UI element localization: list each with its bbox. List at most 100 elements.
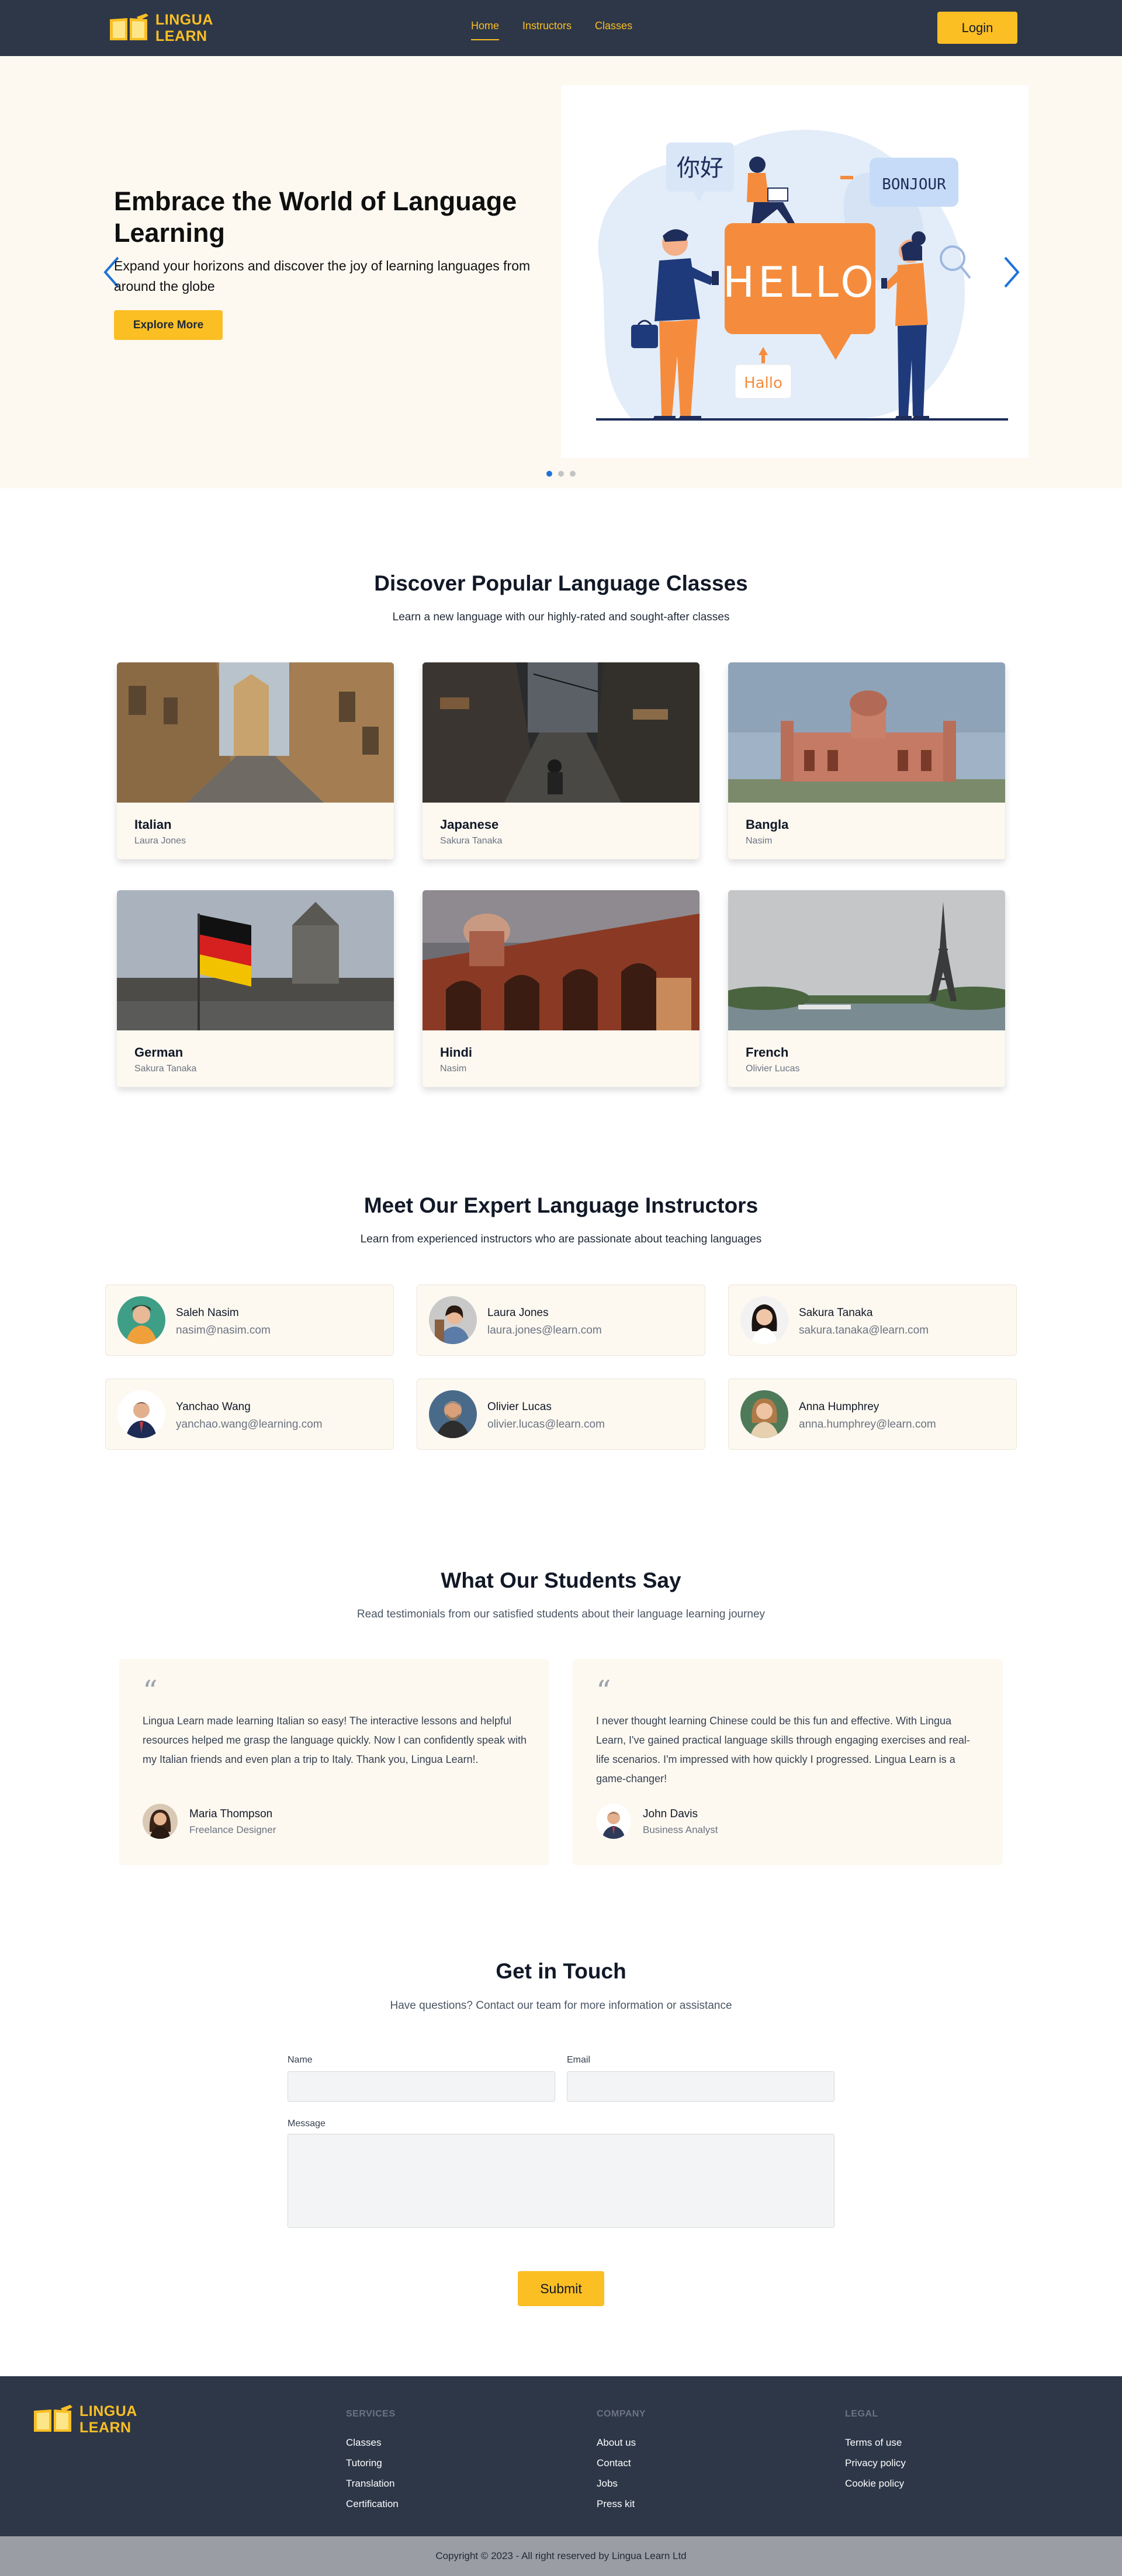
- avatar: [117, 1390, 165, 1438]
- class-name: Japanese: [440, 817, 499, 832]
- message-field[interactable]: [288, 2134, 834, 2228]
- slider-dots: [546, 471, 576, 477]
- footer-link-privacy[interactable]: Privacy policy: [845, 2457, 906, 2469]
- contact-title: Get in Touch: [496, 1959, 626, 1983]
- avatar: [740, 1390, 788, 1438]
- testimonial-card: “ Lingua Learn made learning Italian so …: [119, 1659, 549, 1865]
- instructor-card[interactable]: Anna Humphrey anna.humphrey@learn.com: [728, 1379, 1017, 1450]
- slider-dot-1[interactable]: [546, 471, 552, 477]
- footer-link-jobs[interactable]: Jobs: [597, 2478, 618, 2490]
- footer-link-terms[interactable]: Terms of use: [845, 2437, 902, 2449]
- class-instructor: Olivier Lucas: [746, 1064, 800, 1074]
- quote-icon: “: [596, 1674, 611, 1708]
- footer-link-tutoring[interactable]: Tutoring: [346, 2457, 382, 2469]
- navbar: LINGUA LEARN Home Instructors Classes Lo…: [0, 0, 1122, 56]
- message-label: Message: [288, 2119, 325, 2129]
- chevron-right-icon[interactable]: [999, 255, 1023, 290]
- submit-button[interactable]: Submit: [518, 2271, 604, 2306]
- avatar: [429, 1296, 477, 1344]
- class-name: Hindi: [440, 1045, 472, 1060]
- class-instructor: Nasim: [440, 1064, 467, 1074]
- instructor-card[interactable]: Laura Jones laura.jones@learn.com: [417, 1284, 705, 1356]
- testimonial-text: I never thought learning Chinese could b…: [596, 1715, 970, 1785]
- footer-link-translation[interactable]: Translation: [346, 2478, 394, 2490]
- quote-icon: “: [143, 1674, 158, 1708]
- avatar: [143, 1804, 178, 1839]
- footer-legal-title: LEGAL: [845, 2409, 878, 2419]
- email-label: Email: [567, 2055, 591, 2065]
- class-instructor: Nasim: [746, 836, 773, 846]
- slider-dot-3[interactable]: [570, 471, 576, 477]
- instructor-name: Anna Humphrey: [799, 1401, 879, 1413]
- instructors-subtitle: Learn from experienced instructors who a…: [360, 1233, 762, 1245]
- book-logo-icon: [110, 13, 148, 40]
- avatar: [740, 1296, 788, 1344]
- footer-link-contact[interactable]: Contact: [597, 2457, 631, 2469]
- name-label: Name: [288, 2055, 313, 2065]
- nav-link-home[interactable]: Home: [471, 20, 500, 40]
- chinese-bubble-text: 你好: [677, 155, 723, 182]
- hero-illustration: HELLO 你好 BONJOUR Hallo: [561, 85, 1028, 458]
- footer-link-classes[interactable]: Classes: [346, 2437, 381, 2449]
- instructor-card[interactable]: Olivier Lucas olivier.lucas@learn.com: [417, 1379, 705, 1450]
- login-button[interactable]: Login: [937, 12, 1017, 44]
- instructor-name: Olivier Lucas: [487, 1401, 552, 1413]
- email-field[interactable]: [567, 2071, 834, 2102]
- logo-line-1: LINGUA: [155, 12, 213, 28]
- testimonial-role: Business Analyst: [643, 1824, 718, 1835]
- instructor-name: Laura Jones: [487, 1307, 549, 1319]
- instructor-name: Sakura Tanaka: [799, 1307, 873, 1319]
- footer-services-title: SERVICES: [346, 2409, 396, 2419]
- class-name: French: [746, 1045, 789, 1060]
- class-card-hindi[interactable]: Hindi Nasim: [423, 890, 699, 1087]
- footer-link-cookie[interactable]: Cookie policy: [845, 2478, 904, 2490]
- testimonial-role: Freelance Designer: [189, 1824, 276, 1835]
- class-instructor: Sakura Tanaka: [440, 836, 503, 846]
- hero-title: Embrace the World of Language Learning: [114, 186, 517, 248]
- footer-logo-line-1: LINGUA: [79, 2403, 137, 2419]
- testimonial-text: Lingua Learn made learning Italian so ea…: [143, 1715, 527, 1765]
- class-card-german[interactable]: German Sakura Tanaka: [117, 890, 394, 1087]
- avatar: [596, 1804, 631, 1839]
- instructor-card[interactable]: Yanchao Wang yanchao.wang@learning.com: [105, 1379, 394, 1450]
- class-instructor: Sakura Tanaka: [134, 1064, 197, 1074]
- class-card-french[interactable]: French Olivier Lucas: [728, 890, 1005, 1087]
- instructor-name: Saleh Nasim: [176, 1307, 239, 1319]
- footer-logo-line-2: LEARN: [79, 2419, 131, 2436]
- testimonials-title: What Our Students Say: [441, 1568, 681, 1592]
- class-image-bangla: [728, 662, 1005, 803]
- testimonial-author: Maria Thompson: [189, 1808, 273, 1820]
- hero-subtitle: Expand your horizons and discover the jo…: [114, 258, 531, 294]
- footer-link-press-kit[interactable]: Press kit: [597, 2498, 635, 2510]
- nav-link-instructors[interactable]: Instructors: [522, 20, 572, 40]
- footer-link-certification[interactable]: Certification: [346, 2498, 399, 2510]
- testimonial-author: John Davis: [643, 1808, 698, 1820]
- footer-company-title: COMPANY: [597, 2409, 646, 2419]
- nav-link-classes[interactable]: Classes: [595, 20, 632, 40]
- hallo-bubble-text: Hallo: [744, 374, 782, 392]
- slider-dot-2[interactable]: [558, 471, 564, 477]
- explore-more-button[interactable]: Explore More: [114, 310, 223, 340]
- testimonials-subtitle: Read testimonials from our satisfied stu…: [356, 1608, 766, 1620]
- nav-links: Home Instructors Classes: [471, 20, 632, 40]
- copyright: Copyright © 2023 - All right reserved by…: [0, 2536, 1122, 2576]
- footer: LINGUA LEARN SERVICES Classes Tutoring T…: [0, 2376, 1122, 2536]
- instructor-card[interactable]: Saleh Nasim nasim@nasim.com: [105, 1284, 394, 1356]
- book-logo-icon: [34, 2405, 72, 2432]
- logo-text: LINGUA LEARN: [155, 12, 213, 44]
- footer-logo[interactable]: LINGUA LEARN: [32, 2403, 137, 2436]
- class-card-japanese[interactable]: Japanese Sakura Tanaka: [423, 662, 699, 859]
- logo[interactable]: LINGUA LEARN: [108, 12, 213, 44]
- avatar: [429, 1390, 477, 1438]
- class-card-bangla[interactable]: Bangla Nasim: [728, 662, 1005, 859]
- footer-link-about[interactable]: About us: [597, 2437, 636, 2449]
- contact-subtitle: Have questions? Contact our team for mor…: [390, 1999, 732, 2012]
- class-image-hindi: [423, 890, 699, 1030]
- classes-subtitle: Learn a new language with our highly-rat…: [392, 611, 730, 623]
- instructor-email: sakura.tanaka@learn.com: [799, 1324, 929, 1336]
- instructor-card[interactable]: Sakura Tanaka sakura.tanaka@learn.com: [728, 1284, 1017, 1356]
- instructor-email: anna.humphrey@learn.com: [799, 1418, 936, 1431]
- name-field[interactable]: [288, 2071, 555, 2102]
- class-card-italian[interactable]: Italian Laura Jones: [117, 662, 394, 859]
- logo-line-2: LEARN: [155, 28, 207, 44]
